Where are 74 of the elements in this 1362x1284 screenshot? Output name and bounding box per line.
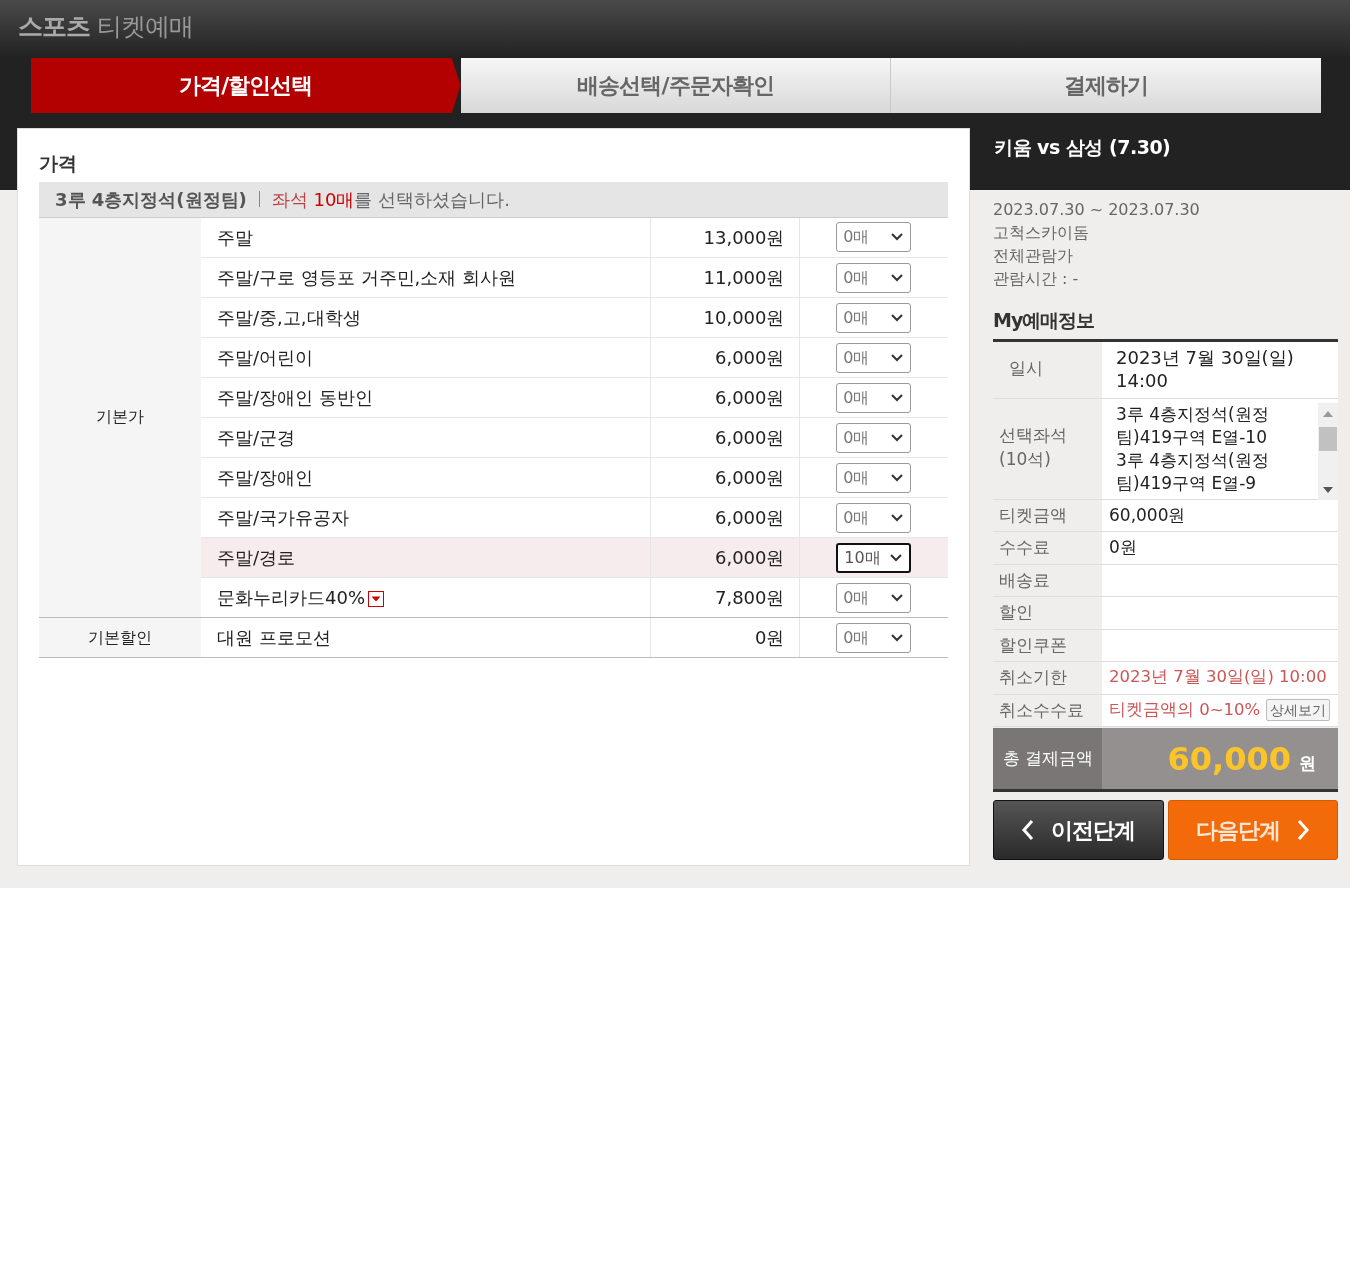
quantity-select[interactable]: 0매 bbox=[836, 462, 912, 493]
price-cell: 10,000원 bbox=[650, 297, 799, 338]
chevron-down-icon bbox=[890, 272, 905, 283]
chevron-right-icon bbox=[1295, 819, 1310, 841]
quantity-select[interactable]: 10매 bbox=[836, 542, 912, 573]
ticket-type: 주말/어린이 bbox=[217, 347, 314, 368]
ticket-type: 대원 프로모션 bbox=[217, 627, 331, 648]
quantity-select[interactable]: 0매 bbox=[836, 222, 912, 253]
step-tab[interactable]: 배송선택/주문자확인 bbox=[460, 58, 891, 113]
selection-note: 좌석 10매를 선택하셨습니다. bbox=[271, 187, 510, 212]
chevron-down-icon bbox=[890, 392, 905, 403]
ticket-type: 문화누리카드40% bbox=[217, 587, 365, 608]
quantity-select[interactable]: 0매 bbox=[836, 342, 912, 373]
previous-step-button[interactable]: 이전단계 bbox=[993, 800, 1164, 860]
chevron-down-icon bbox=[890, 232, 905, 243]
chevron-down-icon bbox=[890, 352, 905, 363]
group-label: 기본가 bbox=[39, 217, 201, 618]
price-cell: 6,000원 bbox=[650, 417, 799, 458]
dropdown-marker-icon[interactable] bbox=[368, 591, 384, 607]
currency-unit: 원 bbox=[1299, 751, 1316, 775]
ticket-type: 주말/장애인 동반인 bbox=[217, 387, 373, 408]
quantity-select[interactable]: 0매 bbox=[836, 502, 912, 533]
next-step-button[interactable]: 다음단계 bbox=[1167, 800, 1338, 860]
group-label: 기본할인 bbox=[39, 617, 201, 658]
price-cell: 6,000원 bbox=[650, 497, 799, 538]
event-info: 관람시간 : - bbox=[993, 268, 1080, 290]
ticket-type: 주말 bbox=[217, 226, 253, 248]
chevron-down-icon bbox=[890, 632, 905, 643]
total-label: 총 결제금액 bbox=[993, 728, 1102, 789]
event-info: 2023.07.30 ~ 2023.07.30 bbox=[993, 199, 1201, 221]
quantity-select[interactable]: 0매 bbox=[836, 302, 912, 333]
quantity-select[interactable]: 0매 bbox=[836, 262, 912, 293]
ticket-type: 주말/국가유공자 bbox=[217, 507, 350, 528]
event-info: 고척스카이돔 bbox=[993, 222, 1090, 244]
price-cell: 7,800원 bbox=[650, 577, 799, 618]
quantity-select[interactable]: 0매 bbox=[836, 582, 912, 613]
scrollbar[interactable] bbox=[1318, 402, 1338, 501]
seat-list: 3루 4층지정석(원정팀)419구역 E열-10 3루 4층지정석(원정팀)419구역 E열-9 bbox=[1116, 402, 1318, 497]
step-tab[interactable]: 결제하기 bbox=[890, 58, 1321, 113]
chevron-down-icon bbox=[890, 472, 905, 483]
ticket-type: 주말/장애인 bbox=[217, 467, 314, 488]
chevron-left-icon bbox=[1021, 819, 1036, 841]
chevron-down-icon bbox=[890, 592, 905, 603]
section-heading: 가격 bbox=[39, 151, 78, 176]
price-cell: 6,000원 bbox=[650, 457, 799, 498]
price-cell: 0원 bbox=[650, 617, 799, 658]
chevron-down-icon bbox=[890, 312, 905, 323]
step-tab[interactable]: 가격/할인선택 bbox=[31, 58, 461, 113]
ticket-type: 주말/중,고,대학생 bbox=[217, 307, 361, 328]
chevron-down-icon bbox=[889, 552, 904, 563]
total-amount: 60,000 bbox=[1167, 738, 1291, 780]
price-cell: 6,000원 bbox=[650, 337, 799, 378]
event-info: 전체관람가 bbox=[993, 245, 1074, 267]
quantity-select[interactable]: 0매 bbox=[836, 382, 912, 413]
price-cell: 13,000원 bbox=[650, 217, 799, 258]
details-button[interactable]: 상세보기 bbox=[1266, 698, 1331, 721]
match-title: 키움 vs 삼성 (7.30) bbox=[994, 136, 1171, 158]
info-value: 0원 bbox=[1109, 537, 1137, 557]
ticket-type: 주말/구로 영등포 거주민,소재 회사원 bbox=[217, 267, 516, 288]
cancel-info: 티켓금액의 0~10% bbox=[1109, 699, 1261, 719]
seat-grade: 3루 4층지정석(원정팀) bbox=[55, 187, 247, 212]
quantity-select[interactable]: 0매 bbox=[836, 422, 912, 453]
price-cell: 6,000원 bbox=[650, 537, 799, 578]
info-value: 60,000원 bbox=[1109, 504, 1186, 525]
cancel-info: 2023년 7월 30일(일) 10:00 bbox=[1109, 667, 1327, 686]
info-value: 2023년 7월 30일(일) 14:00 bbox=[1116, 346, 1294, 391]
quantity-select[interactable]: 0매 bbox=[836, 622, 912, 653]
app-title: 스포츠 티켓예매 bbox=[18, 12, 193, 41]
chevron-down-icon bbox=[890, 512, 905, 523]
chevron-down-icon bbox=[890, 432, 905, 443]
ticket-type: 주말/경로 bbox=[217, 547, 296, 568]
price-cell: 11,000원 bbox=[650, 257, 799, 298]
ticket-type: 주말/군경 bbox=[217, 427, 296, 448]
price-cell: 6,000원 bbox=[650, 377, 799, 418]
